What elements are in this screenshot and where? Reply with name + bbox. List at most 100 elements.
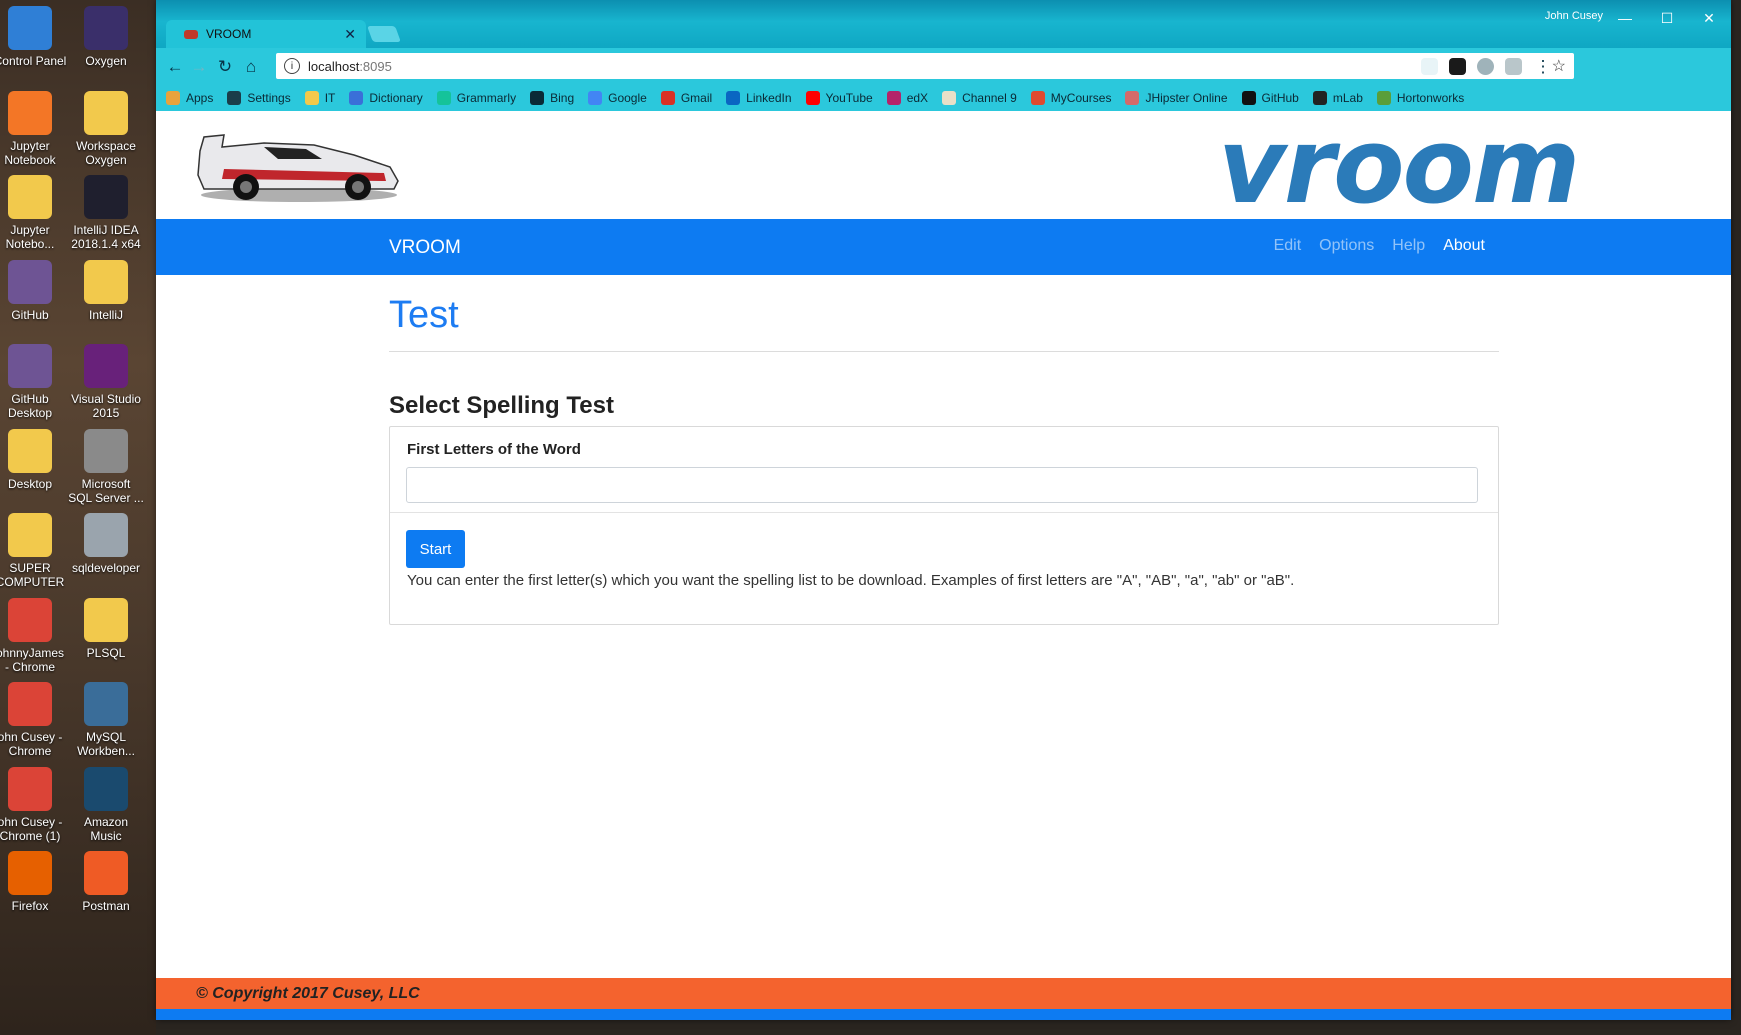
desktop-icon[interactable]: Firefox [0,851,68,913]
bookmark-item[interactable]: IT [304,90,336,105]
divider [389,351,1499,352]
browser-tab[interactable]: VROOM ✕ [166,20,366,48]
visual-studio-icon [84,344,128,388]
extension-pdf-icon[interactable] [1505,58,1522,75]
github-icon [1241,90,1256,105]
extension-circle-icon[interactable] [1477,58,1494,75]
desktop-icon-label: IntelliJ [88,307,123,322]
bookmark-item[interactable]: LinkedIn [726,90,792,105]
profile-name[interactable]: John Cusey [1545,10,1603,22]
address-bar[interactable]: i localhost:8095 ☆ [276,53,1574,79]
jhipster-icon [1125,90,1140,105]
desktop: Control Panel Oxygen Jupyter Notebook Works… [0,0,156,1035]
github-desktop-icon [8,344,52,388]
desktop-icon[interactable]: SUPER COMPUTER [0,513,68,589]
bookmark-item[interactable]: Gmail [660,90,712,105]
amazon-music-icon [84,766,128,811]
desktop-icon[interactable]: Postman [68,851,144,913]
desktop-icon[interactable]: ohnnyJames - Chrome [0,597,68,674]
bookmark-item[interactable]: YouTube [805,90,873,105]
desktop-bottom [156,1020,1741,1035]
bookmark-item[interactable]: JHipster Online [1125,90,1228,105]
desktop-icon[interactable]: Control Panel [0,6,68,68]
folder-icon [304,90,319,105]
close-tab-icon[interactable]: ✕ [344,26,356,43]
close-window-button[interactable]: ✕ [1689,4,1729,32]
navbar-brand[interactable]: VROOM [389,237,461,259]
folder-icon [84,90,128,135]
bookmark-item[interactable]: Bing [530,90,575,105]
bookmark-label: LinkedIn [746,90,792,105]
bookmark-item[interactable]: Grammarly [436,90,516,105]
info-icon[interactable]: i [284,58,300,74]
chrome-icon [8,766,52,811]
page-title: Test [389,294,459,336]
bookmark-item[interactable]: edX [886,90,928,105]
extension-check-icon[interactable] [1449,58,1466,75]
section-title: Select Spelling Test [389,392,614,419]
desktop-icon[interactable]: Workspace Oxygen [68,90,144,167]
bookmark-item[interactable]: Hortonworks [1376,90,1464,105]
bookmark-item[interactable]: Google [588,90,647,105]
bookmark-label: IT [324,90,336,105]
desktop-icon[interactable]: Amazon Music [68,766,144,843]
web-page: vroom VROOM Edit Options Help About Test… [156,111,1731,1020]
desktop-icon-label: SUPER COMPUTER [0,561,65,589]
nav-options[interactable]: Options [1319,237,1374,255]
bookmark-label: Bing [550,90,575,105]
desktop-icon[interactable]: ohn Cusey - Chrome (1) [0,766,68,843]
bookmark-item[interactable]: mLab [1312,90,1363,105]
maximize-button[interactable]: ☐ [1647,4,1687,32]
first-letters-input[interactable] [406,467,1478,503]
start-button[interactable]: Start [406,530,465,568]
desktop-icon-label: Amazon Music [83,814,129,843]
bookmark-label: Apps [186,90,214,105]
edx-icon [886,90,901,105]
footer-stripe [156,1009,1731,1020]
desktop-icon[interactable]: IntelliJ IDEA 2018.1.4 x64 [68,175,144,251]
nav-edit[interactable]: Edit [1274,237,1302,255]
desktop-icon[interactable]: MySQL Workben... [68,682,144,758]
nav-about[interactable]: About [1443,237,1485,255]
desktop-icon[interactable]: Oxygen [68,6,144,68]
bing-icon [530,90,545,105]
bookmark-item[interactable]: Channel 9 [942,90,1017,105]
postman-icon [84,851,128,895]
desktop-icon[interactable]: Desktop [0,428,68,491]
reload-icon[interactable]: ↻ [214,56,236,78]
mlab-icon [1312,90,1327,105]
back-arrow-icon[interactable]: ← [164,56,186,78]
bookmark-item[interactable]: MyCourses [1030,90,1112,105]
desktop-icon[interactable]: GitHub Desktop [0,344,68,420]
menu-kebab-icon[interactable]: ⋮ [1532,56,1554,78]
browser-toolbar: ← → ↻ ⌂ i localhost:8095 ☆ ⋮ [156,48,1731,84]
desktop-icon[interactable]: PLSQL [68,597,144,660]
new-tab-button[interactable] [367,26,401,42]
desktop-icon[interactable]: Microsoft SQL Server ... [68,428,144,505]
copyright-text: © Copyright 2017 Cusey, LLC [196,985,420,1002]
folder-icon [8,175,52,219]
desktop-icon[interactable]: Visual Studio 2015 [68,344,144,420]
bookmark-item[interactable]: Apps [166,90,214,105]
control-panel-icon [8,6,52,50]
desktop-icon[interactable]: sqldeveloper [68,513,144,575]
folder-icon [84,259,128,304]
bookmark-item[interactable]: GitHub [1241,90,1299,105]
bookmark-label: MyCourses [1050,90,1112,105]
desktop-right [1731,0,1741,1035]
home-icon[interactable]: ⌂ [240,56,262,78]
nav-help[interactable]: Help [1392,237,1425,255]
desktop-icon[interactable]: Jupyter Notebo... [0,175,68,251]
extension-shield-icon[interactable] [1421,58,1438,75]
youtube-icon [805,90,820,105]
minimize-button[interactable]: — [1605,4,1645,32]
desktop-icon[interactable]: GitHub [0,259,68,322]
forward-arrow-icon[interactable]: → [188,56,210,78]
desktop-icon-label: Visual Studio 2015 [71,392,141,420]
bookmarks-bar: Apps Settings IT Dictionary Grammarly Bing Goo… [156,84,1731,111]
bookmark-item[interactable]: Dictionary [349,90,423,105]
desktop-icon[interactable]: ohn Cusey - Chrome [0,682,68,758]
desktop-icon[interactable]: Jupyter Notebook [0,90,68,167]
bookmark-item[interactable]: Settings [227,90,291,105]
desktop-icon[interactable]: IntelliJ [68,259,144,322]
